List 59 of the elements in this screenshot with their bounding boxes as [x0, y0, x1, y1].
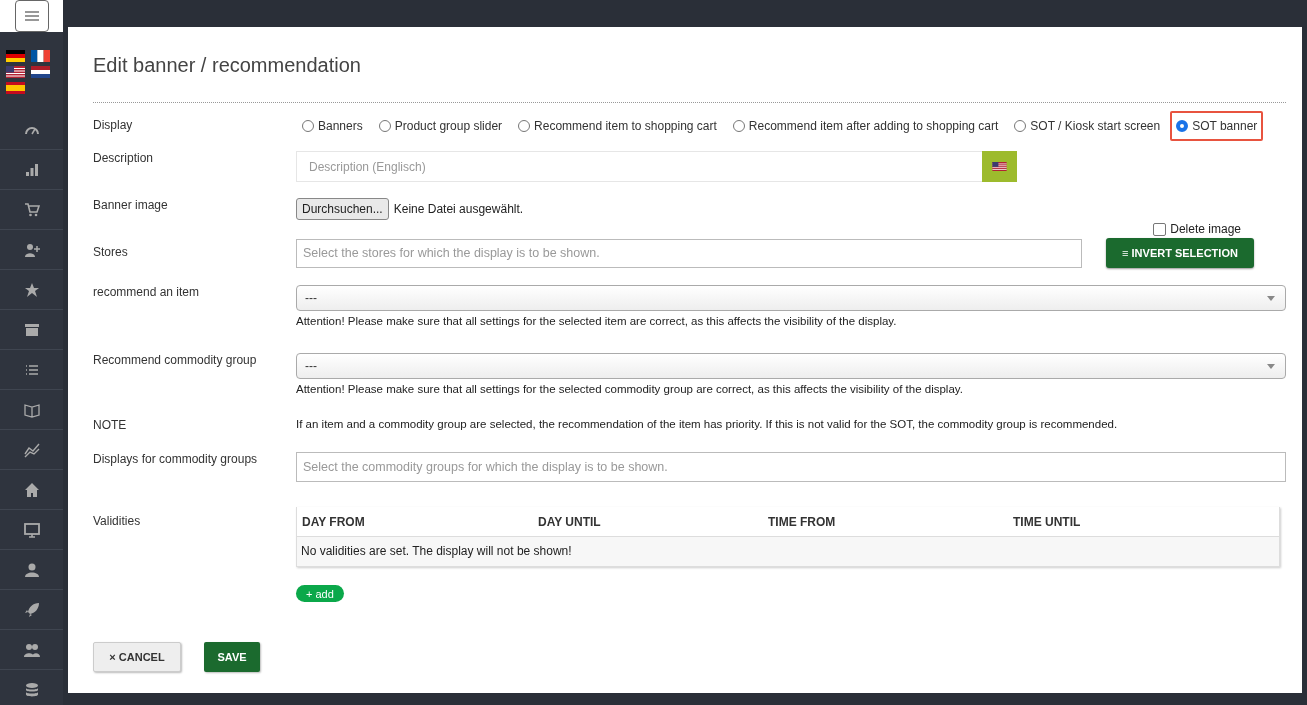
invert-selection-button[interactable]: ≡ INVERT SELECTION [1106, 238, 1254, 268]
users-icon[interactable] [23, 641, 40, 658]
field-label: recommend an item [93, 285, 201, 299]
bar-chart-icon[interactable] [23, 161, 40, 178]
radio-option[interactable]: SOT banner [1170, 111, 1264, 141]
browse-button[interactable]: Durchsuchen... [296, 198, 389, 220]
column-header: TIME FROM [768, 515, 837, 529]
empty-table-message: No validities are set. The display will not be shown! [297, 537, 1279, 566]
german-flag-icon[interactable] [6, 50, 25, 62]
radio-option[interactable]: Banners [296, 111, 369, 141]
us-flag-icon [992, 162, 1007, 171]
menu-icon [24, 11, 39, 21]
cancel-button[interactable]: × CANCEL [93, 642, 181, 672]
database-icon[interactable] [23, 681, 40, 698]
home-icon[interactable] [23, 481, 40, 498]
field-label: Display [93, 117, 134, 132]
save-button[interactable]: SAVE [204, 642, 260, 672]
stores-field[interactable]: Select the stores for which the display is to be shown. [296, 238, 1082, 268]
radio-option[interactable]: Recommend item after adding to shopping cart [726, 111, 1005, 141]
field-label: Banner image [93, 198, 169, 212]
line-chart-icon[interactable] [23, 441, 40, 458]
file-status: Keine Datei ausgewählt. [393, 202, 524, 216]
note-text: If an item and a commodity group are selected, the recommendation of the item has priority. If this is not valid for the SOT, the commodity group is recommended. [296, 418, 1119, 430]
menu-button[interactable] [14, 0, 49, 32]
field-label: Validities [93, 514, 142, 528]
radio-option[interactable]: Recommend item to shopping cart [512, 111, 723, 141]
column-header: DAY UNTIL [538, 515, 602, 529]
field-label: NOTE [93, 418, 128, 432]
description-field[interactable]: Description (Englisch) [296, 151, 982, 182]
caret-icon [1267, 296, 1275, 301]
monitor-icon[interactable] [23, 521, 40, 538]
dutch-flag-icon[interactable] [31, 66, 50, 78]
radio-option[interactable]: SOT / Kiosk start screen [1008, 111, 1167, 141]
radio-option[interactable]: Product group slider [372, 111, 509, 141]
language-button[interactable] [982, 151, 1017, 182]
commodity-groups-field[interactable]: Select the commodity groups for which the display is to be shown. [296, 452, 1286, 482]
user-icon[interactable] [23, 561, 40, 578]
item-select[interactable]: --- [296, 285, 1286, 311]
field-label: Displays for commodity groups [93, 452, 259, 466]
cart-icon[interactable] [23, 201, 40, 218]
french-flag-icon[interactable] [31, 50, 50, 62]
caret-icon [1267, 364, 1275, 369]
field-label: Description [93, 151, 155, 165]
archive-box-icon[interactable] [23, 321, 40, 338]
field-label: Recommend commodity group [93, 353, 258, 367]
hint-text: Attention! Please make sure that all settings for the selected commodity group are correct, as this affects the visibility of the display. [296, 382, 964, 396]
column-header: TIME UNTIL [1013, 515, 1082, 529]
us-flag-icon[interactable] [6, 66, 25, 78]
hint-text: Attention! Please make sure that all settings for the selected item are correct, as this affects the visibility of the display. [296, 314, 898, 328]
delete-image-checkbox[interactable]: Delete image [1153, 222, 1241, 236]
rocket-icon[interactable] [23, 601, 40, 618]
column-header: DAY FROM [302, 515, 366, 529]
page-title: Edit banner / recommendation [93, 53, 362, 77]
book-icon[interactable] [23, 401, 40, 418]
field-label: Stores [93, 244, 129, 259]
add-user-icon[interactable] [23, 241, 40, 258]
spanish-flag-icon[interactable] [6, 82, 25, 94]
commodity-group-select[interactable]: --- [296, 353, 1286, 379]
star-icon[interactable] [23, 281, 40, 298]
